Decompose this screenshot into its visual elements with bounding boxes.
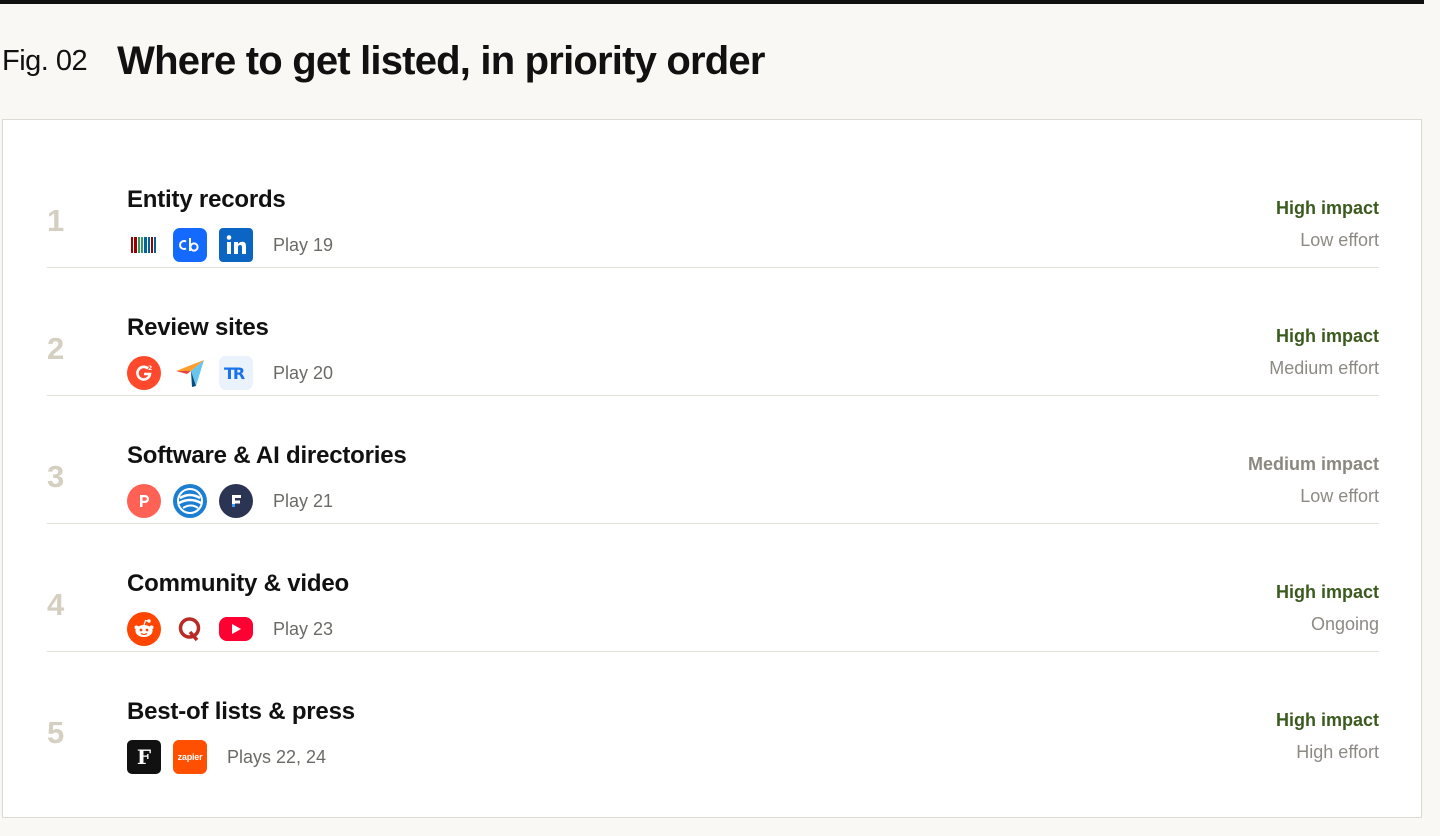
priority-list-card: 1 Entity records Play 19 High impact Low… bbox=[2, 119, 1422, 818]
forbes-icon-letter: F bbox=[136, 745, 152, 769]
impact-label: High impact bbox=[1275, 198, 1379, 218]
source-icons: Play 19 bbox=[127, 228, 333, 262]
figure-header: Fig. 02 Where to get listed, in priority… bbox=[0, 36, 765, 86]
effort-label: Medium effort bbox=[1269, 358, 1379, 378]
rank-number: 3 bbox=[47, 459, 65, 494]
figure-title: Where to get listed, in priority order bbox=[117, 38, 765, 83]
row-title: Entity records bbox=[127, 186, 286, 213]
impact-label: High impact bbox=[1275, 326, 1379, 346]
rank-number: 1 bbox=[47, 203, 65, 238]
effort-label: Ongoing bbox=[1310, 614, 1379, 634]
linkedin-icon bbox=[219, 228, 253, 262]
wikidata-icon bbox=[127, 228, 161, 262]
trustradius-icon: TR bbox=[219, 356, 253, 390]
source-icons: Play 23 bbox=[127, 612, 333, 646]
impact-label: High impact bbox=[1275, 710, 1379, 730]
row-title: Best-of lists & press bbox=[127, 698, 355, 725]
futuretools-icon bbox=[219, 484, 253, 518]
top-rule bbox=[0, 0, 1424, 4]
rank-number: 4 bbox=[47, 587, 65, 622]
quora-icon bbox=[173, 612, 207, 646]
list-item: 2 Review sites 2 TR Play 20 High impact … bbox=[47, 268, 1379, 396]
play-reference: Plays 22, 24 bbox=[227, 746, 327, 767]
g2-icon: 2 bbox=[127, 356, 161, 390]
futurepedia-icon bbox=[173, 484, 207, 518]
play-reference: Play 21 bbox=[273, 490, 334, 511]
effort-label: Low effort bbox=[1300, 486, 1379, 506]
effort-label: High effort bbox=[1296, 742, 1379, 762]
rank-number: 5 bbox=[47, 715, 65, 750]
svg-text:TR: TR bbox=[224, 364, 245, 382]
forbes-icon: F bbox=[127, 740, 161, 774]
play-reference: Play 19 bbox=[273, 234, 334, 255]
impact-label: High impact bbox=[1275, 582, 1379, 602]
reddit-icon bbox=[127, 612, 161, 646]
zapier-icon-text: zapier bbox=[177, 752, 203, 762]
zapier-icon: zapier bbox=[173, 740, 207, 774]
list-item: 1 Entity records Play 19 High impact Low… bbox=[47, 140, 1379, 268]
source-icons: 2 TR Play 20 bbox=[127, 356, 333, 390]
play-reference: Play 23 bbox=[273, 618, 334, 639]
play-reference: Play 20 bbox=[273, 362, 334, 383]
row-title: Review sites bbox=[127, 314, 269, 341]
capterra-icon bbox=[173, 356, 207, 390]
product-hunt-icon bbox=[127, 484, 161, 518]
rank-number: 2 bbox=[47, 331, 65, 366]
youtube-icon bbox=[219, 617, 253, 641]
row-title: Software & AI directories bbox=[127, 442, 407, 469]
list-item: 5 Best-of lists & press F zapier Plays 2… bbox=[47, 652, 1379, 780]
crunchbase-icon bbox=[173, 228, 207, 262]
source-icons: F zapier Plays 22, 24 bbox=[127, 740, 326, 774]
impact-label: Medium impact bbox=[1247, 454, 1379, 474]
row-title: Community & video bbox=[127, 570, 349, 597]
figure-label: Fig. 02 bbox=[2, 44, 88, 77]
list-item: 3 Software & AI directories Play 21 Medi… bbox=[47, 396, 1379, 524]
source-icons: Play 21 bbox=[127, 484, 333, 518]
effort-label: Low effort bbox=[1300, 230, 1379, 250]
list-item: 4 Community & video Play 23 High impact … bbox=[47, 524, 1379, 652]
svg-text:2: 2 bbox=[148, 365, 152, 372]
